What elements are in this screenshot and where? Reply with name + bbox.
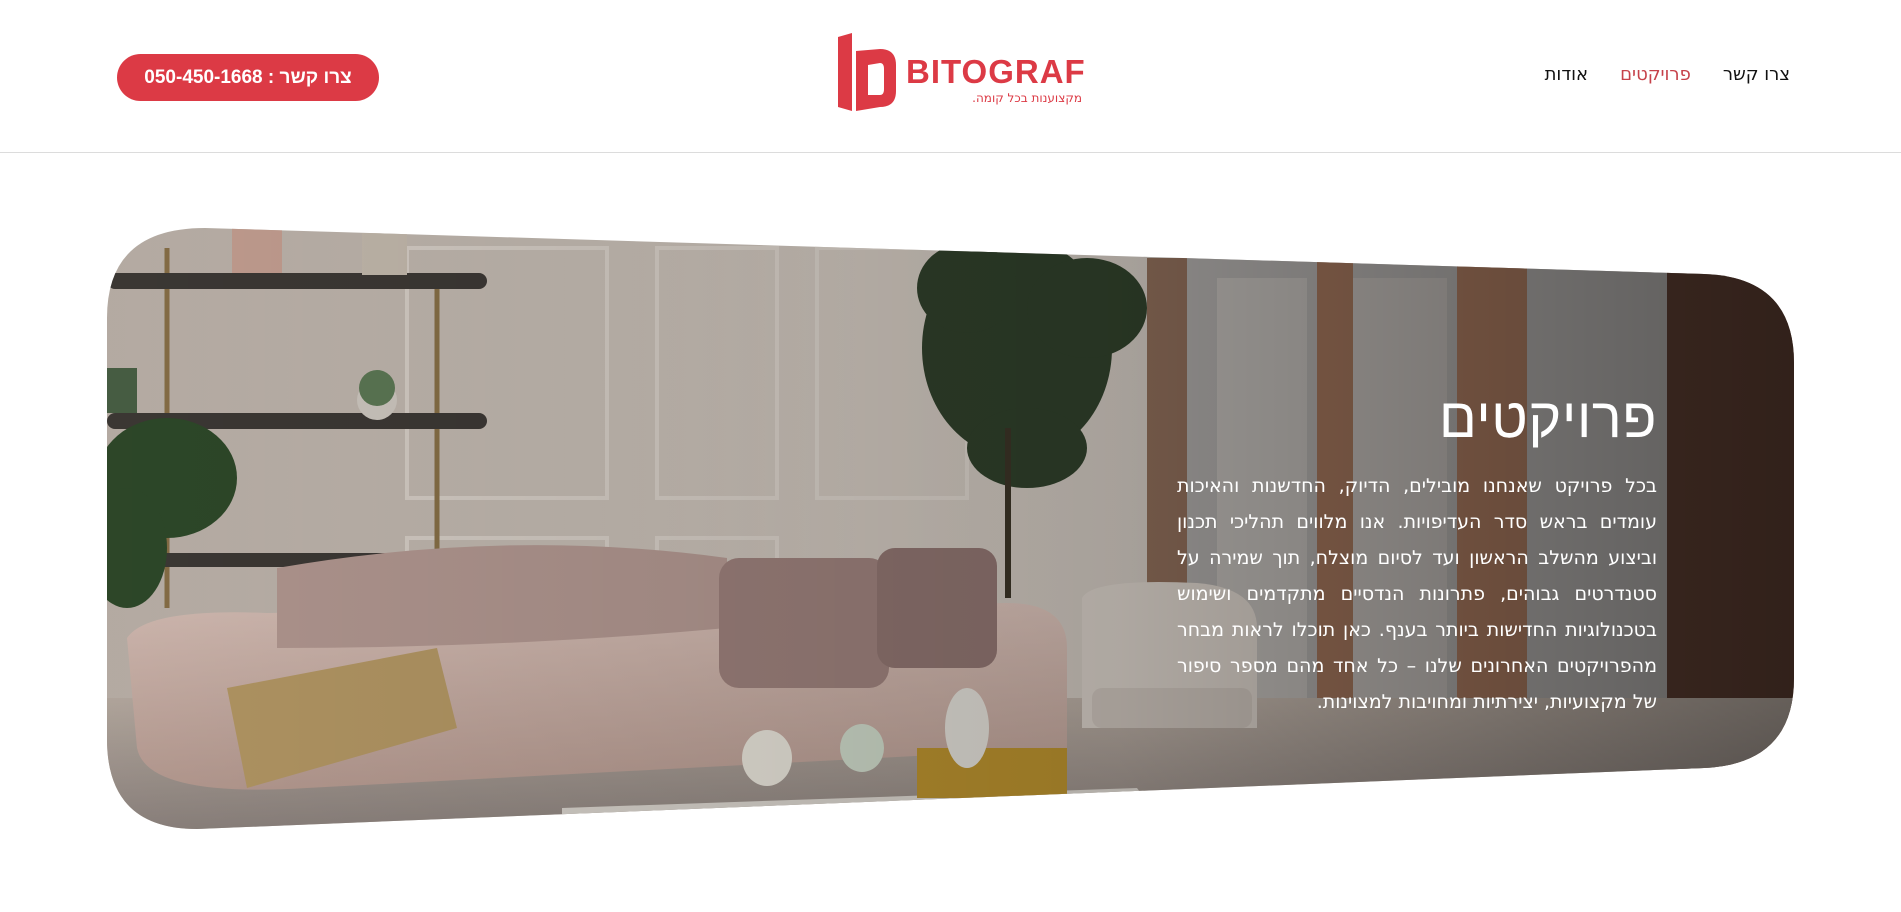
hero-text-block: פרויקטים בכל פרויקט שאנחנו מובילים, הדיו… — [1177, 388, 1657, 720]
bitograf-logo[interactable]: BITOGRAF מקצוענות בכל קומה. — [836, 33, 1086, 111]
main-nav: אודות פרויקטים צרו קשר — [1545, 64, 1790, 85]
projects-hero: פרויקטים בכל פרויקט שאנחנו מובילים, הדיו… — [107, 228, 1794, 829]
contact-phone-button[interactable]: צרו קשר : 050-450-1668 — [117, 54, 379, 101]
site-header: צרו קשר : 050-450-1668 BITOGRAF מקצוענות… — [0, 0, 1901, 153]
page-title: פרויקטים — [1438, 386, 1657, 451]
nav-item-about[interactable]: אודות — [1545, 64, 1589, 85]
logo-mark-icon — [838, 33, 896, 111]
logo-tagline: מקצוענות בכל קומה. — [972, 91, 1082, 105]
logo-wordmark: BITOGRAF — [906, 53, 1086, 90]
nav-item-contact[interactable]: צרו קשר — [1723, 64, 1790, 85]
hero-description: בכל פרויקט שאנחנו מובילים, הדיוק, החדשנו… — [1177, 474, 1657, 713]
nav-item-projects[interactable]: פרויקטים — [1620, 64, 1691, 85]
